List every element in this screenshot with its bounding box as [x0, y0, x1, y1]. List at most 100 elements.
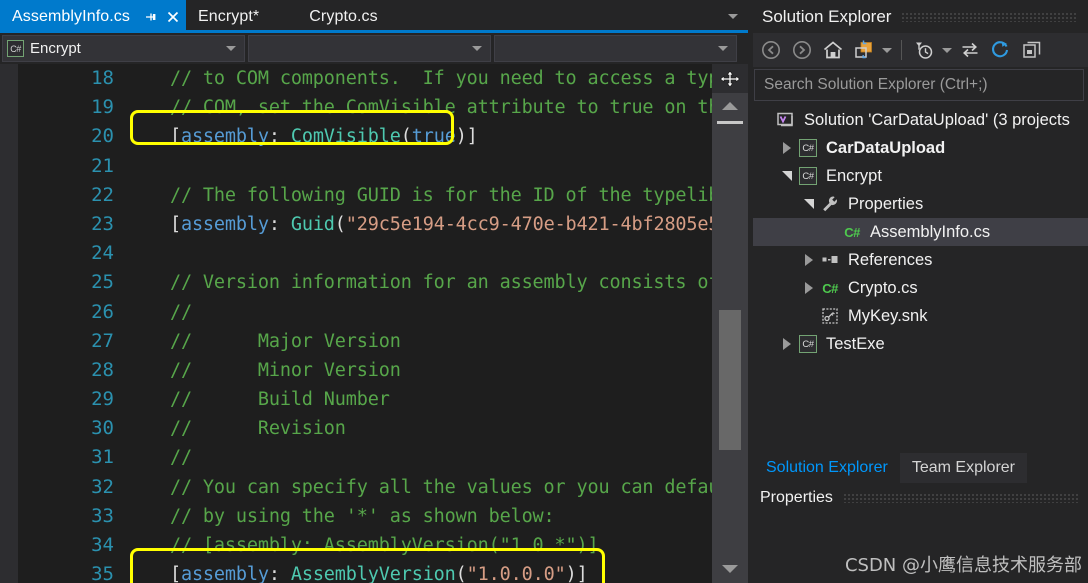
csharp-project-icon: C#	[796, 134, 820, 162]
tree-item[interactable]: C# Crypto.cs	[748, 274, 1088, 302]
twisty-placeholder	[800, 302, 818, 330]
watermark-text: CSDN @小鹰信息技术服务部	[844, 555, 1082, 576]
code-line[interactable]: // Revision	[126, 414, 712, 443]
line-number-row: 24	[18, 239, 126, 268]
tab-encrypt[interactable]: Encrypt*	[186, 0, 269, 33]
code-line[interactable]: // The following GUID is for the ID of t…	[126, 181, 712, 210]
csharp-icon: C#	[7, 40, 24, 57]
solution-explorer-toolbar	[748, 33, 1088, 67]
editor-vertical-scrollbar[interactable]	[712, 64, 748, 583]
third-dropdown[interactable]	[494, 35, 737, 62]
line-number-row: 23	[18, 210, 126, 239]
filter-chevron-down-icon[interactable]	[940, 35, 954, 65]
solution-explorer-pane: Solution Explorer Search Solution Explor…	[748, 0, 1088, 583]
member-dropdown[interactable]	[248, 35, 491, 62]
pin-icon[interactable]	[143, 10, 157, 24]
line-number-row: 29	[18, 385, 126, 414]
line-number: 20	[91, 125, 114, 148]
expand-triangle-icon[interactable]	[778, 134, 796, 162]
show-all-files-chevron-down-icon[interactable]	[880, 35, 894, 65]
back-button[interactable]	[756, 35, 786, 65]
code-line[interactable]: // Minor Version	[126, 356, 712, 385]
editor-navigation-bar: C# Encrypt	[0, 33, 748, 64]
code-line[interactable]: // by using the '*' as shown below:	[126, 502, 712, 531]
search-solution-explorer-input[interactable]: Search Solution Explorer (Ctrl+;)	[754, 69, 1084, 101]
tree-item[interactable]: Properties	[748, 190, 1088, 218]
line-number: 25	[91, 271, 114, 294]
expand-triangle-icon[interactable]	[778, 330, 796, 358]
code-line[interactable]: [assembly: ComVisible(true)]	[126, 122, 712, 151]
pending-changes-filter-button[interactable]	[909, 35, 939, 65]
tree-item[interactable]: MyKey.snk	[748, 302, 1088, 330]
tree-item[interactable]: C# Encrypt	[748, 162, 1088, 190]
line-number-row: 35	[18, 560, 126, 583]
references-icon	[818, 246, 842, 274]
code-line[interactable]: // Build Number	[126, 385, 712, 414]
code-line[interactable]: // You can specify all the values or you…	[126, 473, 712, 502]
code-line[interactable]: // to COM components. If you need to acc…	[126, 64, 712, 93]
tree-item[interactable]: C# TestExe	[748, 330, 1088, 358]
code-line[interactable]: [assembly: Guid("29c5e194-4cc9-470e-b421…	[126, 210, 712, 239]
code-token: assembly	[180, 564, 269, 583]
line-number-row: 33	[18, 502, 126, 531]
code-line[interactable]: // [assembly: AssemblyVersion("1.0.*")]	[126, 531, 712, 560]
title-grip	[901, 11, 1078, 22]
home-button[interactable]	[818, 35, 848, 65]
code-line[interactable]	[126, 239, 712, 268]
tab-overflow-button[interactable]	[718, 0, 748, 33]
line-number: 35	[91, 563, 114, 583]
tab-label: Encrypt*	[197, 7, 260, 25]
type-dropdown-value: Encrypt	[30, 40, 81, 57]
tree-item[interactable]: References	[748, 246, 1088, 274]
collapse-all-button[interactable]	[1017, 35, 1047, 65]
code-token: "1.0.0.0"	[466, 564, 566, 583]
tab-assemblyinfo-cs[interactable]: AssemblyInfo.cs	[0, 0, 186, 33]
code-line[interactable]: // Version information for an assembly c…	[126, 268, 712, 297]
code-text-area[interactable]: // to COM components. If you need to acc…	[126, 64, 712, 583]
solution-tree[interactable]: Solution 'CarDataUpload' (3 projects C# Ca…	[748, 104, 1088, 449]
code-line[interactable]: //	[126, 443, 712, 472]
close-icon[interactable]	[166, 10, 180, 24]
refresh-button[interactable]	[986, 35, 1016, 65]
type-dropdown[interactable]: C# Encrypt	[2, 35, 245, 62]
show-all-files-button[interactable]	[849, 35, 879, 65]
tab-team-explorer[interactable]: Team Explorer	[899, 453, 1027, 483]
scroll-up-button[interactable]	[712, 93, 748, 119]
collapse-triangle-icon[interactable]	[800, 190, 818, 218]
line-number-row: 31	[18, 443, 126, 472]
scroll-down-button[interactable]	[712, 555, 748, 583]
tree-item-label: Crypto.cs	[848, 278, 918, 297]
sync-with-active-document-button[interactable]	[955, 35, 985, 65]
chevron-down-icon	[882, 47, 892, 53]
line-number: 21	[91, 154, 114, 177]
tab-solution-explorer[interactable]: Solution Explorer	[754, 453, 900, 483]
expand-triangle-icon[interactable]	[800, 274, 818, 302]
tree-item[interactable]: C# CarDataUpload	[748, 134, 1088, 162]
code-line[interactable]: //	[126, 298, 712, 327]
line-number: 32	[91, 475, 114, 498]
line-number: 19	[91, 96, 114, 119]
forward-button[interactable]	[787, 35, 817, 65]
line-number-row: 28	[18, 356, 126, 385]
split-view-icon[interactable]	[712, 64, 748, 93]
tab-crypto-cs[interactable]: Crypto.cs	[269, 0, 387, 33]
code-token: // to COM components. If you need to acc…	[126, 68, 712, 89]
code-editor-surface[interactable]: 1819202122232425262728293031323334353637…	[0, 64, 748, 583]
tree-item[interactable]: Solution 'CarDataUpload' (3 projects	[748, 106, 1088, 134]
code-token: // Version information for an assembly c…	[126, 272, 712, 294]
code-line[interactable]: // COM, set the ComVisible attribute to …	[126, 93, 712, 122]
expand-triangle-icon[interactable]	[800, 246, 818, 274]
code-token: (	[455, 564, 467, 583]
code-line[interactable]: // Major Version	[126, 327, 712, 356]
code-line[interactable]: [assembly: AssemblyVersion("1.0.0.0")]	[126, 560, 712, 583]
tree-item-selected[interactable]: C# AssemblyInfo.cs	[748, 218, 1088, 246]
collapse-triangle-icon[interactable]	[778, 162, 796, 190]
scrollbar-thumb[interactable]	[719, 310, 741, 450]
line-number: 24	[91, 242, 114, 265]
code-token: // COM, set the ComVisible attribute to …	[126, 97, 712, 119]
line-number: 29	[91, 388, 114, 411]
code-token: (	[400, 126, 412, 148]
code-token: // The following GUID is for the ID of t…	[126, 184, 712, 206]
code-line[interactable]	[126, 152, 712, 181]
code-token: [	[126, 213, 181, 235]
